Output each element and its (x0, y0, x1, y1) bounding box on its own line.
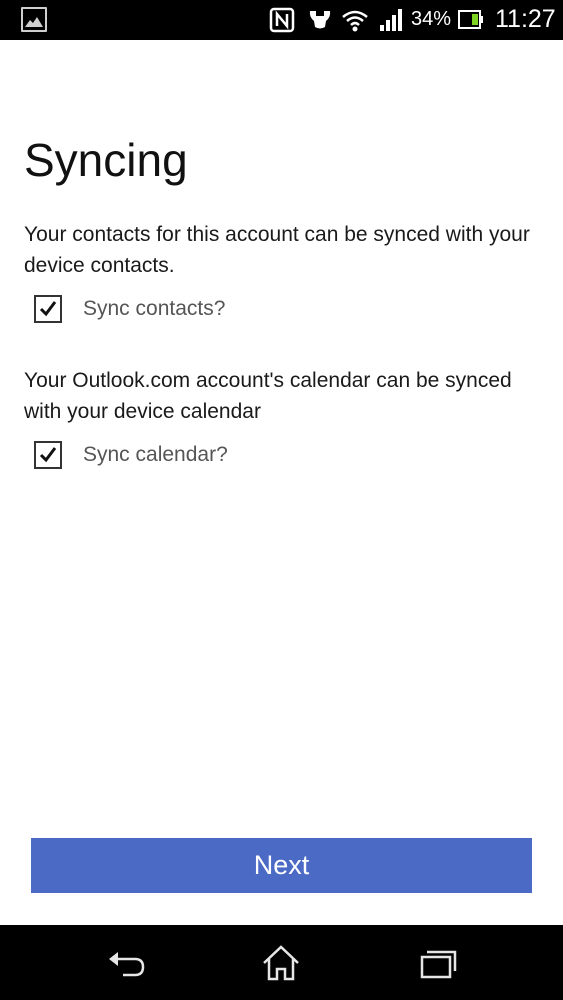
home-icon[interactable] (259, 943, 303, 983)
back-icon[interactable] (105, 943, 149, 983)
status-bar: 34% 11:27 (0, 0, 563, 40)
recent-apps-icon[interactable] (416, 943, 460, 983)
nfc-icon (269, 7, 295, 38)
handset-icon (306, 7, 334, 38)
wifi-icon (341, 7, 369, 38)
page-title: Syncing (24, 134, 188, 186)
calendar-sync-description: Your Outlook.com account's calendar can … (24, 369, 512, 423)
signal-icon (379, 7, 405, 38)
checkmark-icon (39, 447, 57, 463)
battery-percent: 34% (411, 8, 452, 30)
next-button[interactable]: Next (31, 838, 532, 893)
sync-calendar-label[interactable]: Sync calendar? (83, 443, 228, 467)
clock: 11:27 (495, 5, 556, 33)
sync-calendar-checkbox[interactable] (34, 441, 62, 469)
navigation-bar (0, 925, 563, 1000)
checkmark-icon (39, 301, 57, 317)
screen: 34% 11:27 Syncing Your contacts for this… (0, 0, 563, 1000)
gallery-notification-icon[interactable] (21, 7, 47, 32)
contacts-sync-description: Your contacts for this account can be sy… (24, 223, 530, 277)
sync-contacts-label[interactable]: Sync contacts? (83, 297, 225, 321)
sync-contacts-checkbox[interactable] (34, 295, 62, 323)
battery-icon (458, 9, 484, 36)
